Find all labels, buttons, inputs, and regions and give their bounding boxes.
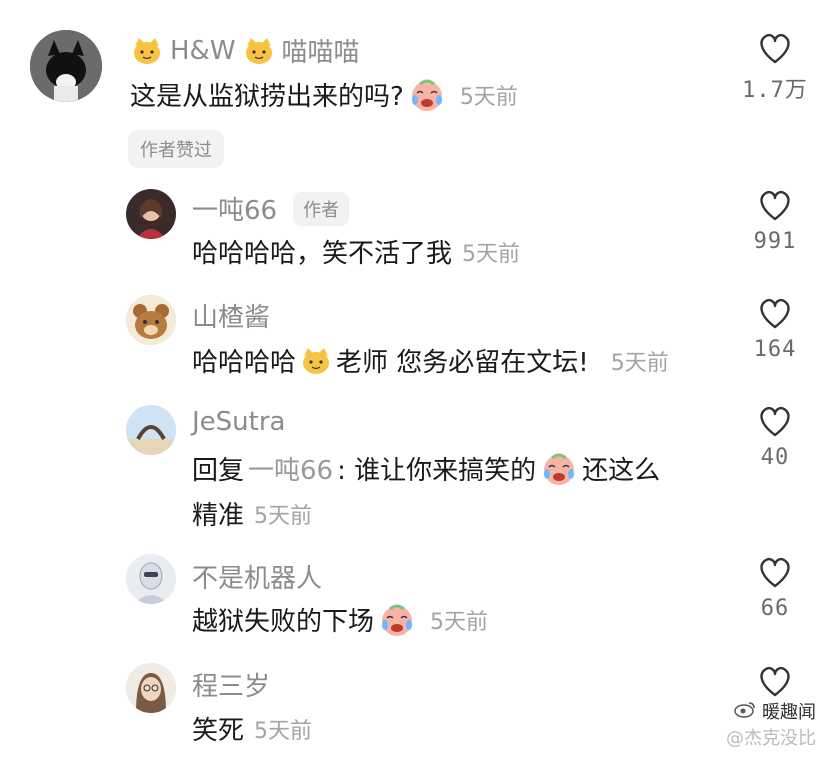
username-text: JeSutra <box>192 407 286 437</box>
heart-icon <box>760 406 790 437</box>
avatar[interactable] <box>126 295 176 345</box>
author-liked-badge: 作者赞过 <box>128 130 224 168</box>
like-count: 991 <box>753 229 797 254</box>
weibo-icon <box>734 700 756 723</box>
comment-3: 山楂酱 哈哈哈哈 老师 您务必留在文坛! 5天前 164 <box>0 285 828 395</box>
comment-body-line2: 精准 <box>192 501 245 531</box>
crying-face-icon <box>542 452 576 486</box>
comment-body: 越狱失败的下场 <box>192 607 375 637</box>
comment-username[interactable]: 程三岁 <box>192 666 270 703</box>
cat-emoji-icon <box>302 347 330 374</box>
heart-icon <box>760 190 790 221</box>
author-tag: 作者 <box>293 191 350 226</box>
like-button[interactable]: 1.7万 <box>730 32 820 104</box>
comment-2: 一吨66 作者 哈哈哈哈，笑不活了我 5天前 991 <box>0 175 828 285</box>
comment-5: 不是机器人 越狱失败的下场 5天前 66 <box>0 548 828 653</box>
comment-username[interactable]: JeSutra <box>192 407 285 437</box>
like-count: 164 <box>753 337 797 362</box>
comment-body-tail: 还这么 <box>582 456 661 486</box>
comment-text[interactable]: 哈哈哈哈 老师 您务必留在文坛! 5天前 <box>192 342 669 379</box>
avatar[interactable] <box>30 30 102 102</box>
reply-target-link[interactable]: 一吨66 <box>248 450 333 487</box>
comment-username[interactable]: 不是机器人 <box>192 558 322 595</box>
comment-4: JeSutra 回复 一吨66 : 谁让你来搞笑的 还这么 精准 5天前 40 <box>0 395 828 545</box>
girl-avatar-icon <box>126 189 176 239</box>
like-button[interactable]: 164 <box>730 297 820 362</box>
avatar[interactable] <box>126 405 176 455</box>
comment-text-line2[interactable]: 精准 5天前 <box>192 495 312 532</box>
bear-avatar-icon <box>126 295 176 345</box>
like-button[interactable]: 66 <box>730 556 820 621</box>
comment-text[interactable]: 这是从监狱捞出来的吗? 5天前 <box>130 76 518 113</box>
comment-username[interactable]: H&W 喵喵喵 <box>130 32 360 69</box>
username-text: 山楂酱 <box>192 303 271 333</box>
comment-username[interactable]: 一吨66 作者 <box>192 190 350 227</box>
comment-text[interactable]: 回复 一吨66 : 谁让你来搞笑的 还这么 <box>192 450 660 487</box>
avatar[interactable] <box>126 554 176 604</box>
woman-avatar-icon <box>126 663 176 713</box>
comment-time: 5天前 <box>430 609 489 635</box>
comment-time: 5天前 <box>254 503 313 529</box>
comment-body-part2: 老师 您务必留在文坛! <box>336 348 589 378</box>
comment-time: 5天前 <box>610 350 669 376</box>
comment-6: 程三岁 笑死 5天前 <box>0 655 828 758</box>
watermark-line2: @杰克没比 <box>726 728 816 749</box>
like-count: 66 <box>760 596 790 621</box>
avatar[interactable] <box>126 663 176 713</box>
username-text: 一吨66 <box>192 196 278 226</box>
comment-text[interactable]: 哈哈哈哈，笑不活了我 5天前 <box>192 233 520 270</box>
cat-emoji-icon <box>133 37 161 64</box>
like-button[interactable]: 991 <box>730 189 820 254</box>
comment-1: H&W 喵喵喵 这是从监狱捞出来的吗? 5天前 作者赞过 1.7万 <box>0 0 828 168</box>
cat-emoji-icon <box>245 37 273 64</box>
comment-username[interactable]: 山楂酱 <box>192 297 270 334</box>
comment-time: 5天前 <box>459 84 518 110</box>
comment-body: 这是从监狱捞出来的吗? <box>130 82 404 112</box>
watermark-top: 暖趣闻 <box>734 698 816 724</box>
like-count: 1.7万 <box>742 78 808 103</box>
crying-face-icon <box>380 603 414 637</box>
reply-prefix: 回复 <box>192 456 245 486</box>
comment-body-part1: 哈哈哈哈 <box>192 348 297 378</box>
comment-text[interactable]: 越狱失败的下场 5天前 <box>192 601 488 638</box>
heart-icon <box>760 33 790 64</box>
robot-avatar-icon <box>126 554 176 604</box>
comment-body: 哈哈哈哈，笑不活了我 <box>192 239 453 269</box>
comment-text[interactable]: 笑死 5天前 <box>192 710 312 747</box>
like-button[interactable]: 40 <box>730 405 820 470</box>
like-count: 40 <box>760 445 790 470</box>
heart-icon <box>760 666 790 697</box>
username-text: 不是机器人 <box>192 564 323 594</box>
username-text: H&W <box>170 35 236 66</box>
yoga-avatar-icon <box>126 405 176 455</box>
crying-face-icon <box>410 78 444 112</box>
heart-icon <box>760 557 790 588</box>
comment-time: 5天前 <box>254 718 313 744</box>
heart-icon <box>760 298 790 329</box>
comment-body: 笑死 <box>192 716 245 746</box>
watermark: 暖趣闻 @杰克没比 <box>726 698 816 750</box>
comment-body: : 谁让你来搞笑的 <box>337 456 537 486</box>
comment-time: 5天前 <box>462 241 521 267</box>
username-suffix: 喵喵喵 <box>281 38 360 68</box>
username-text: 程三岁 <box>192 672 271 702</box>
watermark-line1: 暖趣闻 <box>762 702 816 723</box>
avatar[interactable] <box>126 189 176 239</box>
cat-avatar-icon <box>30 30 102 102</box>
